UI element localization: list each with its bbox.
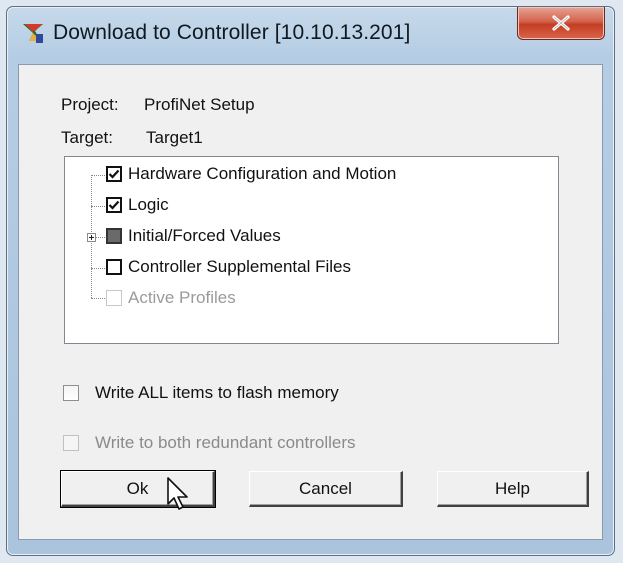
target-label: Target: <box>61 128 113 147</box>
close-icon <box>552 15 570 31</box>
target-name: Target1 <box>146 128 203 147</box>
checkbox-indeterminate[interactable] <box>106 228 122 244</box>
title-bar[interactable]: Download to Controller [10.10.13.201] <box>7 7 614 55</box>
checkmark-icon <box>108 169 120 179</box>
redundant-controllers-checkbox <box>63 435 79 451</box>
app-icon <box>23 24 43 43</box>
download-items-tree[interactable]: Hardware Configuration and Motion Logic … <box>64 156 559 344</box>
tree-item-hardware[interactable]: Hardware Configuration and Motion <box>65 163 545 189</box>
tree-item-label: Active Profiles <box>128 288 236 307</box>
flash-memory-checkbox[interactable] <box>63 385 79 401</box>
tree-item-initial-forced[interactable]: Initial/Forced Values <box>65 225 545 251</box>
checkmark-icon <box>108 200 120 210</box>
tree-item-label: Controller Supplemental Files <box>128 257 351 276</box>
tree-item-logic[interactable]: Logic <box>65 194 545 220</box>
tree-item-label: Hardware Configuration and Motion <box>128 164 397 183</box>
tree-item-active-profiles: Active Profiles <box>65 287 545 313</box>
checkbox-checked[interactable] <box>106 166 122 182</box>
window-title: Download to Controller [10.10.13.201] <box>53 21 411 44</box>
dialog-body: Project: ProfiNet Setup Target: Target1 <box>18 64 603 540</box>
redundant-controllers-label: Write to both redundant controllers <box>95 433 356 452</box>
project-label: Project: <box>61 95 119 114</box>
checkbox-unchecked[interactable] <box>106 259 122 275</box>
help-button[interactable]: Help <box>437 471 589 507</box>
flash-memory-label[interactable]: Write ALL items to flash memory <box>95 383 339 403</box>
close-button[interactable] <box>517 7 605 40</box>
project-name: ProfiNet Setup <box>144 95 255 114</box>
checkbox-disabled <box>106 290 122 306</box>
dialog-window: Download to Controller [10.10.13.201] Pr… <box>6 6 615 556</box>
tree-item-label: Logic <box>128 195 169 214</box>
cancel-button[interactable]: Cancel <box>249 471 403 507</box>
checkbox-checked[interactable] <box>106 197 122 213</box>
tree-item-label: Initial/Forced Values <box>128 226 281 245</box>
tree-item-supplemental[interactable]: Controller Supplemental Files <box>65 256 545 282</box>
mouse-cursor-icon <box>167 477 188 510</box>
